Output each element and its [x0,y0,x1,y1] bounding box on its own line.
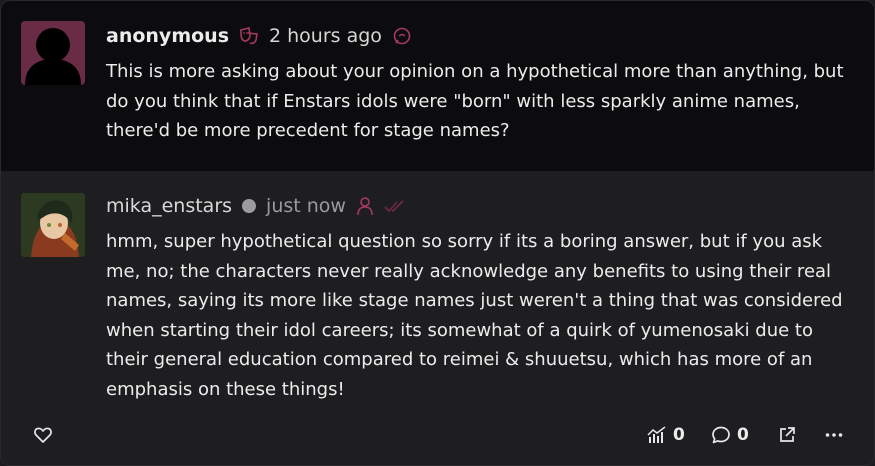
comments-count: 0 [737,425,749,445]
answer-time: just now [266,195,346,217]
comments-stat[interactable]: 0 [711,425,749,445]
theater-masks-icon [239,26,259,46]
share-icon[interactable] [777,425,797,445]
question-time: 2 hours ago [269,25,382,47]
answer-section: mika_enstars just now hmm, super hypothe… [1,171,874,465]
more-options-icon[interactable] [824,425,844,445]
mika-avatar[interactable] [21,193,85,257]
question-section: anonymous 2 hours ago This is more askin… [1,1,874,171]
analytics-icon [647,426,667,444]
chat-bubble-icon [392,26,412,46]
double-check-icon [384,198,406,214]
views-stat[interactable]: 0 [647,425,685,445]
answer-meta: mika_enstars just now [106,195,406,217]
status-dot-icon [242,199,257,213]
question-username[interactable]: anonymous [106,25,229,47]
answer-username[interactable]: mika_enstars [106,195,232,217]
heart-icon[interactable] [33,425,53,445]
comment-icon [711,425,731,445]
answer-text: hmm, super hypothetical question so sorr… [106,231,843,400]
question-meta: anonymous 2 hours ago [106,25,412,47]
views-count: 0 [673,425,685,445]
post-card: anonymous 2 hours ago This is more askin… [0,0,875,466]
anonymous-avatar [21,21,85,85]
person-icon [356,196,374,216]
question-text: This is more asking about your opinion o… [106,61,844,141]
post-footer: 0 0 [1,421,874,453]
